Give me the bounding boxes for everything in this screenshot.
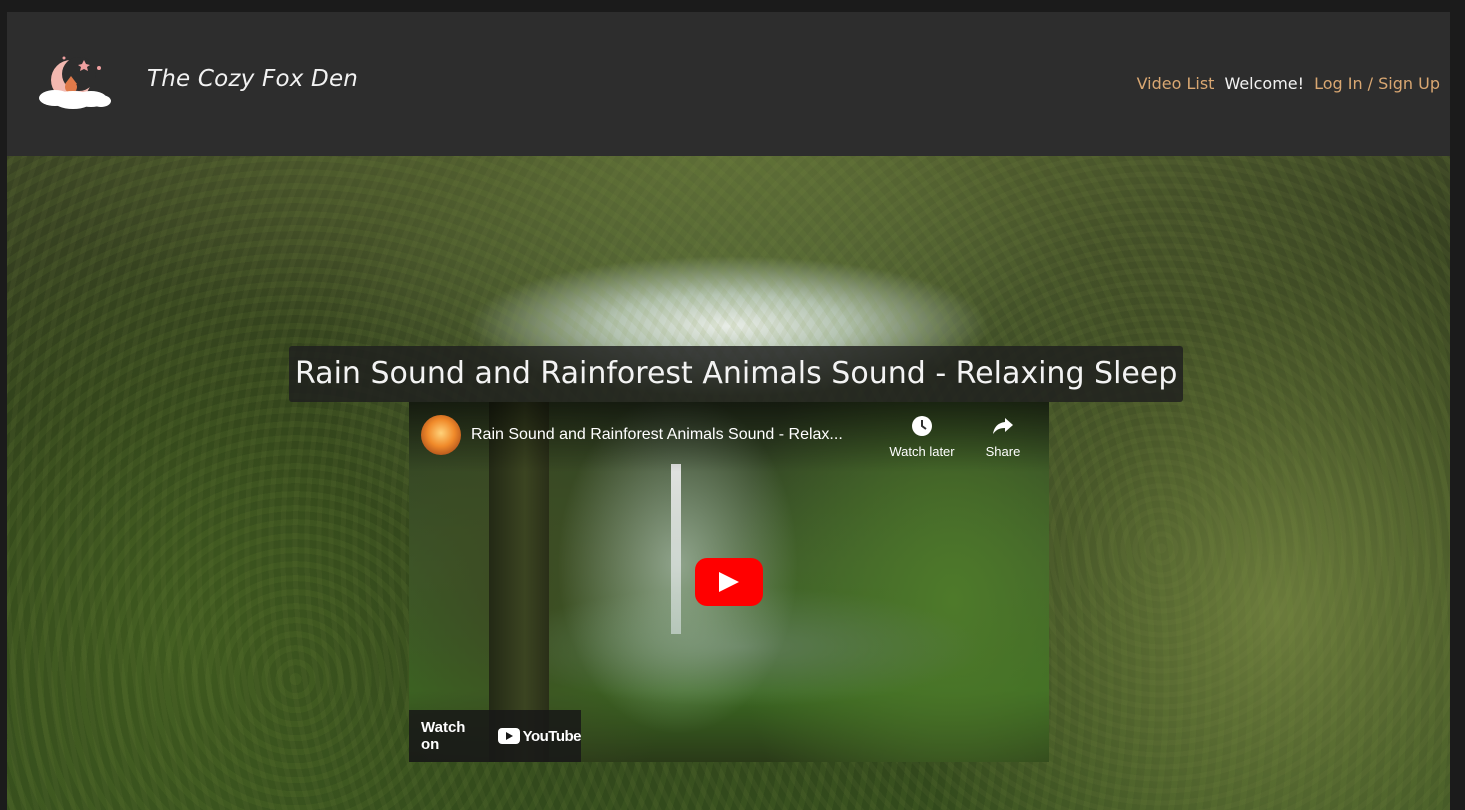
nav-links: Video List Welcome! Log In / Sign Up bbox=[1137, 74, 1440, 93]
login-signup-link[interactable]: Log In / Sign Up bbox=[1314, 74, 1440, 93]
nav-video-list-link[interactable]: Video List bbox=[1137, 74, 1215, 93]
player-thumbnail-waterfall bbox=[671, 464, 681, 634]
share-label: Share bbox=[985, 444, 1021, 459]
youtube-logo: YouTube bbox=[497, 727, 582, 745]
video-title: Rain Sound and Rainforest Animals Sound … bbox=[289, 346, 1184, 402]
fox-moon-logo[interactable] bbox=[29, 54, 115, 112]
youtube-player[interactable]: Rain Sound and Rainforest Animals Sound … bbox=[409, 402, 1049, 762]
youtube-logo-icon bbox=[497, 728, 520, 744]
play-button[interactable] bbox=[695, 558, 763, 606]
youtube-wordmark: YouTube bbox=[522, 727, 582, 745]
share-button[interactable]: Share bbox=[979, 414, 1027, 459]
navbar: The Cozy Fox Den Video List Welcome! Log… bbox=[7, 12, 1450, 156]
player-video-title[interactable]: Rain Sound and Rainforest Animals Sound … bbox=[471, 426, 843, 444]
watch-on-youtube-button[interactable]: Watch on YouTube bbox=[409, 710, 582, 762]
site-title[interactable]: The Cozy Fox Den bbox=[147, 66, 358, 92]
channel-avatar[interactable] bbox=[421, 415, 461, 455]
watch-later-label: Watch later bbox=[889, 444, 955, 459]
play-icon bbox=[719, 572, 739, 592]
watch-on-label: Watch on bbox=[421, 719, 466, 753]
page-frame: The Cozy Fox Den Video List Welcome! Log… bbox=[7, 12, 1450, 810]
hero-background: Rain Sound and Rainforest Animals Sound … bbox=[7, 156, 1450, 810]
share-icon bbox=[993, 418, 1013, 434]
watch-later-button[interactable]: Watch later bbox=[885, 414, 959, 459]
clock-icon bbox=[912, 416, 932, 436]
welcome-text: Welcome! bbox=[1224, 74, 1305, 93]
